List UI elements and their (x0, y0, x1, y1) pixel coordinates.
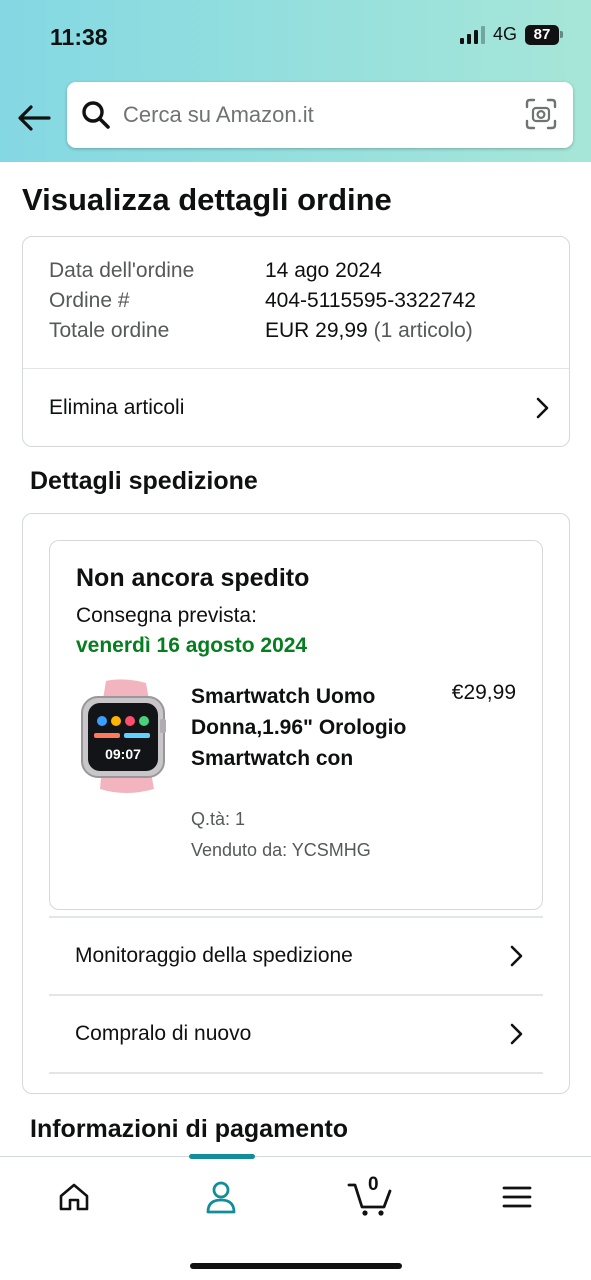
chevron-right-icon (510, 1023, 523, 1045)
buy-again-label: Compralo di nuovo (75, 1022, 252, 1045)
battery-icon: 87 (525, 24, 563, 45)
nav-menu[interactable] (477, 1167, 557, 1227)
chevron-right-icon (510, 945, 523, 967)
active-tab-indicator (189, 1154, 255, 1159)
order-total-items: (1 articolo) (373, 319, 473, 342)
status-icons: 4G 87 (459, 24, 563, 45)
status-time: 11:38 (50, 24, 108, 50)
order-number-label: Ordine # (49, 289, 130, 312)
user-icon (206, 1181, 236, 1214)
buy-again-row[interactable]: Compralo di nuovo (49, 995, 543, 1073)
network-type: 4G (492, 24, 517, 44)
order-date-value: 14 ago 2024 (265, 259, 382, 282)
order-number-value: 404-5115595-3322742 (265, 289, 476, 312)
nav-home[interactable] (34, 1167, 114, 1227)
camera-scan-icon[interactable] (525, 98, 557, 130)
shipment-section-title: Dettagli spedizione (30, 467, 258, 495)
product-image[interactable]: 09:07 (76, 679, 172, 795)
remove-items-label: Elimina articoli (49, 396, 185, 419)
home-indicator (190, 1263, 402, 1269)
battery-level: 87 (525, 24, 559, 45)
order-date-label: Data dell'ordine (49, 259, 195, 282)
bottom-navigation: 0 (0, 1154, 591, 1280)
payment-section-title: Informazioni di pagamento (30, 1115, 349, 1143)
chevron-right-icon (536, 397, 549, 419)
product-quantity: Q.tà: 1 (191, 809, 246, 829)
delivery-label: Consegna prevista: (76, 604, 257, 627)
remove-items-row[interactable]: Elimina articoli (23, 369, 569, 447)
arrow-left-icon (18, 105, 51, 131)
shipment-status: Non ancora spedito (76, 564, 310, 592)
cart-count: 0 (368, 1174, 379, 1195)
search-input[interactable] (123, 96, 523, 134)
signal-icon (459, 25, 485, 44)
page-title: Visualizza dettagli ordine (22, 182, 392, 217)
watch-face-time: 09:07 (105, 746, 141, 762)
product-title[interactable]: Smartwatch Uomo Donna,1.96" Orologio Sma… (191, 681, 411, 774)
order-date-row: Data dell'ordine 14 ago 2024 (49, 259, 382, 283)
order-total-label: Totale ordine (49, 319, 170, 342)
search-bar[interactable] (67, 82, 573, 148)
search-icon (82, 101, 110, 129)
shipment-item-card: Non ancora spedito Consegna prevista: ve… (49, 540, 543, 910)
product-price: €29,99 (451, 681, 516, 704)
order-total-row: Totale ordine EUR 29,99 (1 articolo) (49, 319, 473, 343)
track-shipment-label: Monitoraggio della spedizione (75, 944, 353, 967)
product-seller: Venduto da: YCSMHG (191, 840, 371, 860)
order-number-row: Ordine # 404-5115595-3322742 (49, 289, 476, 313)
nav-account[interactable] (181, 1167, 261, 1227)
track-shipment-row[interactable]: Monitoraggio della spedizione (49, 917, 543, 995)
home-icon (59, 1183, 89, 1211)
menu-icon (502, 1186, 532, 1208)
nav-cart[interactable]: 0 (330, 1167, 410, 1227)
back-button[interactable] (14, 98, 54, 138)
divider (49, 1072, 543, 1074)
order-total-value: EUR 29,99 (265, 319, 368, 342)
shipment-card: Non ancora spedito Consegna prevista: ve… (22, 513, 570, 1094)
delivery-date: venerdì 16 agosto 2024 (76, 634, 308, 657)
order-summary-card: Data dell'ordine 14 ago 2024 Ordine # 40… (22, 236, 570, 447)
